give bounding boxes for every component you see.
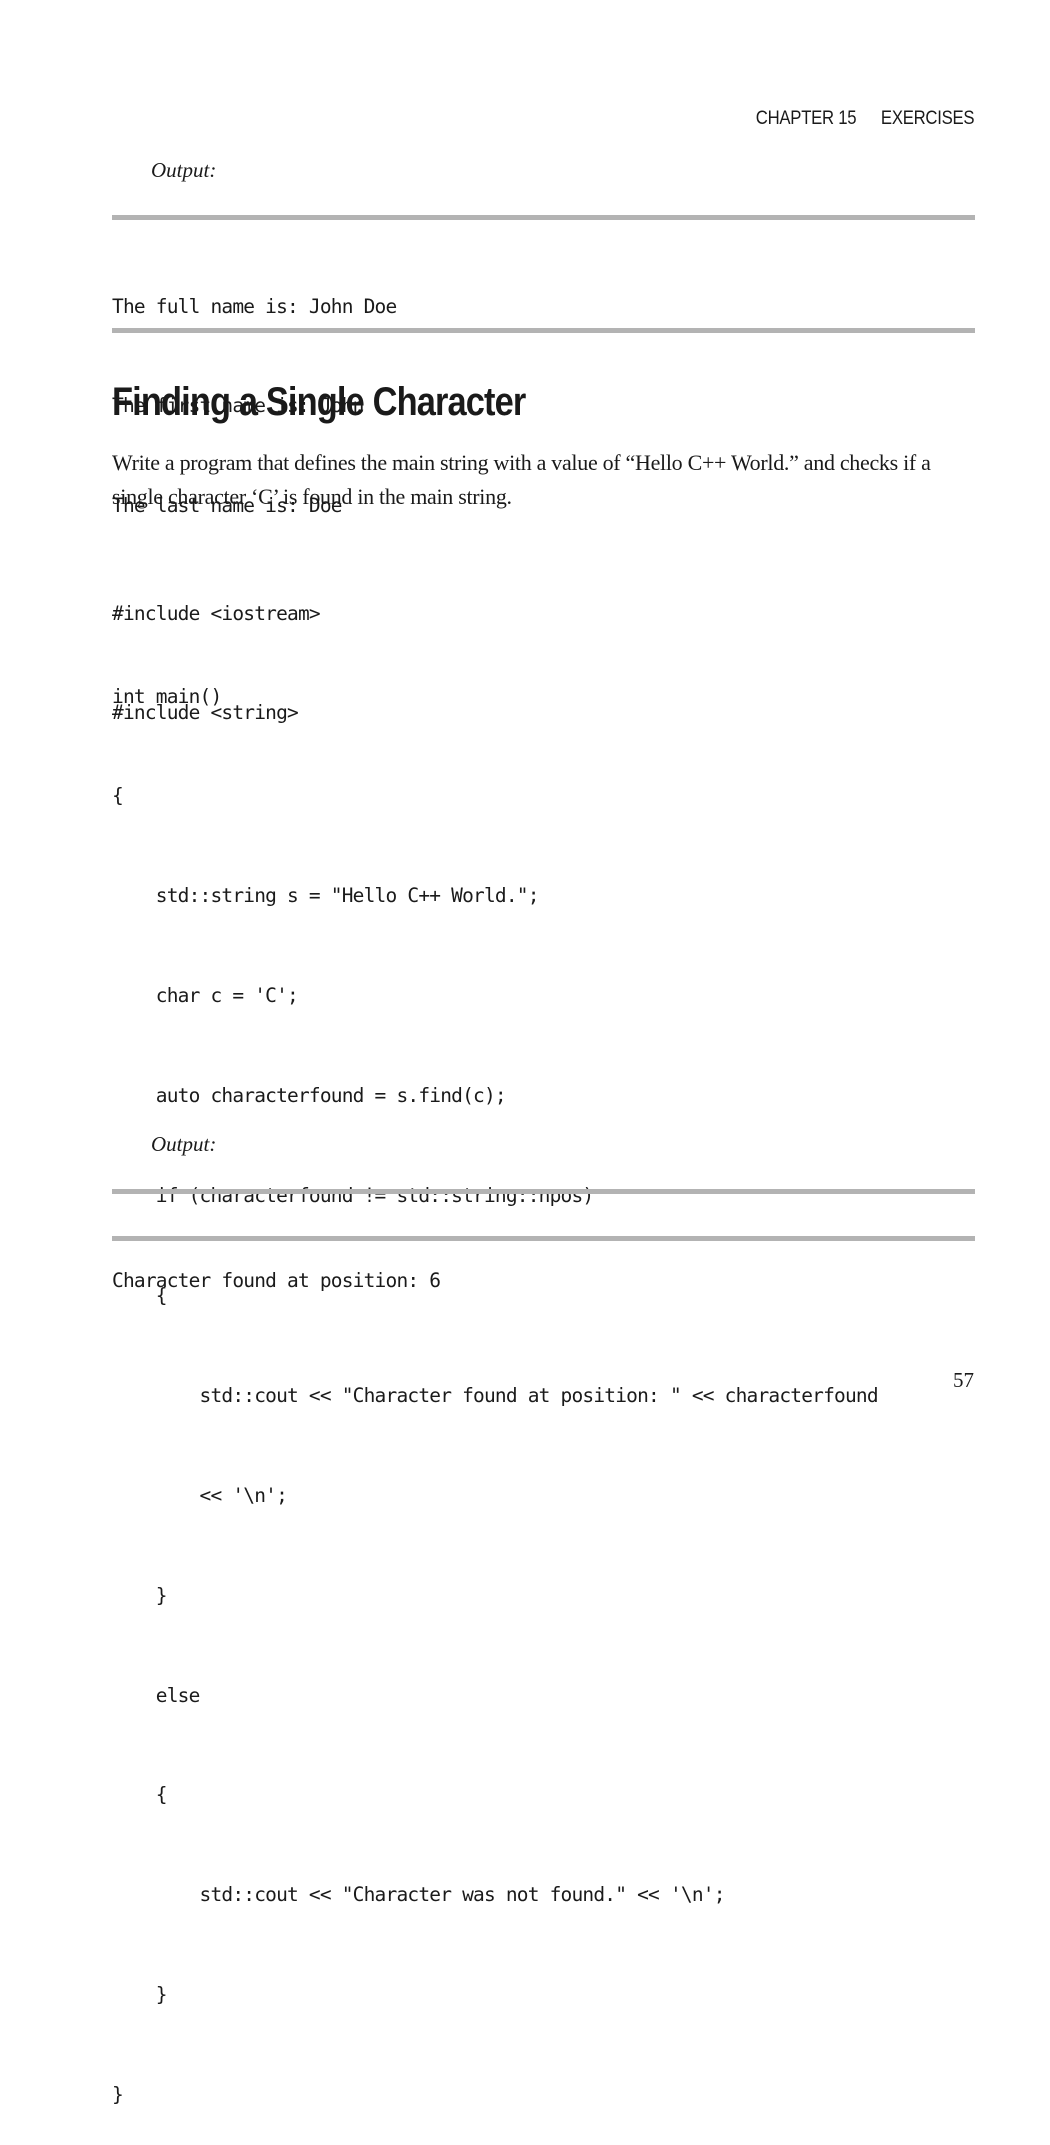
output-top-rule (112, 1189, 975, 1194)
running-head: CHAPTER 15 EXERCISES (755, 108, 975, 130)
output-bottom-rule (112, 328, 975, 333)
code-line: else (112, 1683, 201, 1707)
output-line: Character found at position: 6 (112, 1268, 441, 1292)
running-head-chapter: CHAPTER 15 (755, 108, 857, 129)
code-line: char c = 'C'; (112, 984, 299, 1008)
code-line: int main() (112, 684, 222, 708)
code-line: std::string s = "Hello C++ World."; (112, 884, 540, 908)
code-body: int main() { std::string s = "Hello C++ … (112, 613, 879, 2145)
code-line: } (112, 1583, 168, 1607)
output-bottom-rule (112, 1236, 975, 1241)
output-label: Output: (151, 158, 217, 182)
section-paragraph: Write a program that defines the main st… (112, 450, 931, 509)
output-top-rule (112, 215, 975, 220)
code-line: << '\n'; (112, 1483, 288, 1507)
section-heading: Finding a Single Character (112, 380, 526, 424)
result-output-block: Character found at position: 6 (112, 1197, 441, 1330)
running-head-title: EXERCISES (880, 108, 975, 129)
output-line: The full name is: John Doe (112, 294, 397, 318)
code-line: } (112, 2083, 124, 2107)
code-line: } (112, 1983, 168, 2007)
code-line: { (112, 1783, 168, 1807)
code-line: std::cout << "Character was not found." … (112, 1883, 726, 1907)
code-line: { (112, 784, 124, 808)
code-line: auto characterfound = s.find(c); (112, 1084, 507, 1108)
code-line: std::cout << "Character found at positio… (112, 1383, 879, 1407)
page-number: 57 (953, 1368, 974, 1392)
output-label: Output: (151, 1132, 217, 1156)
